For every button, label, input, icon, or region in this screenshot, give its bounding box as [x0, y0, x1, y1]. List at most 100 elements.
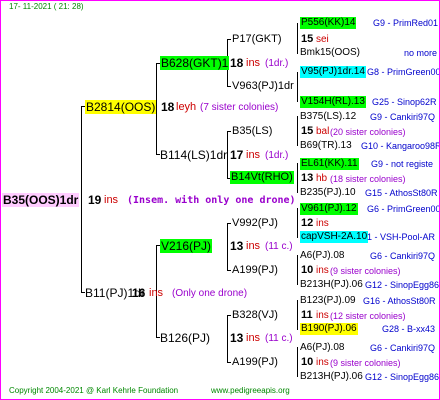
gen2-queen-name[interactable]: B114(LS)1dr [160, 148, 227, 162]
gen2-number: 13 [230, 331, 244, 345]
gen4-info: G9 - not registe [371, 159, 434, 169]
gen4-info: G16 - AthosSt80R [363, 296, 436, 306]
gen4-queen-name[interactable]: V154H(RL).13 [300, 96, 366, 108]
connector [227, 362, 231, 363]
gen4-queen-name[interactable]: V95(PJ)1dr.14 [300, 66, 366, 78]
gen4-queen-name[interactable]: V961(PJ).12 [300, 203, 358, 215]
gen4-queen-name[interactable]: B213H(PJ).06 [300, 371, 363, 383]
gen4-info: no more [404, 48, 438, 58]
gen4-queen-name[interactable]: P556(KK)14 [300, 17, 357, 29]
gen2-insemination: ins [246, 332, 261, 344]
connector [227, 315, 228, 363]
gen1-number: 16 [132, 286, 146, 300]
connector [227, 270, 231, 271]
gen2-note: (11 c.) [265, 333, 293, 344]
gen2-number: 18 [230, 56, 244, 70]
gen3-insemination: sei [316, 34, 329, 45]
gen0-number: 19 [88, 193, 102, 207]
gen4-queen-name[interactable]: B213H(PJ).06 [300, 279, 363, 291]
connector [297, 208, 298, 238]
gen0-queen-name[interactable]: B35(OOS)1dr [2, 193, 80, 207]
gen2-number: 17 [230, 148, 244, 162]
gen3-insemination: ins [316, 357, 329, 368]
gen3-note: (20 sister colonies) [330, 127, 406, 137]
gen3-number: 10 [301, 356, 314, 368]
connector [227, 131, 231, 132]
gen4-queen-name[interactable]: Bmk15(OOS) [300, 47, 360, 59]
gen2-queen-name[interactable]: B628(GKT)1 [160, 56, 230, 70]
gen2-note: (1dr.) [265, 150, 289, 161]
gen1-note: (7 sister colonies) [200, 102, 279, 113]
gen3-insemination: hb [316, 173, 328, 184]
gen3-queen-name[interactable]: B14Vt(RHO) [230, 171, 294, 184]
gen2-insemination: ins [246, 149, 261, 161]
gen4-info: G12 - SinopEgg86R [365, 372, 440, 382]
gen3-note: (9 sister colonies) [330, 358, 401, 368]
gen0-note: (Insem. with only one drone) [127, 195, 296, 206]
gen4-queen-name[interactable]: capVSH-2A.10 [300, 231, 369, 243]
date-header: 17- 11-2021 ( 21: 28) [9, 2, 84, 11]
gen3-queen-name[interactable]: V992(PJ) [232, 217, 278, 230]
connector [227, 39, 231, 40]
gen4-queen-name[interactable]: B190(PJ).06 [300, 323, 358, 335]
gen3-note: (12 sister colonies) [330, 311, 406, 321]
gen3-number: 12 [301, 217, 314, 229]
connector [297, 72, 298, 102]
gen0-insemination: ins [104, 194, 119, 206]
gen4-queen-name[interactable]: B235(PJ).10 [300, 187, 356, 199]
connector [227, 223, 228, 271]
gen3-number: 10 [301, 264, 314, 276]
gen3-insemination: ins [316, 310, 329, 321]
gen4-info: G28 - B-xx43 [382, 324, 436, 334]
gen3-queen-name[interactable]: V963(PJ)1dr [232, 80, 294, 93]
gen2-insemination: ins [246, 240, 261, 252]
gen2-note: (1dr.) [265, 58, 289, 69]
gen3-insemination: ins [316, 218, 329, 229]
gen4-info: G25 - Sinop62R [372, 97, 437, 107]
gen4-info: G8 - PrimGreen00 [367, 67, 440, 77]
gen4-queen-name[interactable]: A6(PJ).08 [300, 342, 344, 354]
gen4-info: G9 - Cankiri97Q [370, 112, 436, 122]
gen3-note: (18 sister colonies) [330, 174, 406, 184]
gen2-queen-name[interactable]: B126(PJ) [160, 331, 210, 345]
gen3-queen-name[interactable]: A199(PJ) [232, 264, 278, 277]
gen4-queen-name[interactable]: B69(TR).13 [300, 140, 352, 152]
connector [227, 315, 231, 316]
gen4-queen-name[interactable]: EL61(KK).11 [300, 158, 359, 170]
connector [297, 163, 298, 193]
gen3-insemination: bal [316, 126, 330, 137]
gen3-number: 13 [301, 172, 314, 184]
pedigree-page: 17- 11-2021 ( 21: 28) B35(OOS)1dr 19 ins… [0, 0, 440, 400]
connector [297, 347, 298, 377]
connector [297, 255, 298, 285]
connector [227, 86, 231, 87]
gen4-queen-name[interactable]: B123(PJ).09 [300, 295, 356, 307]
gen3-queen-name[interactable]: P17(GKT) [232, 33, 282, 46]
gen3-queen-name[interactable]: A199(PJ) [232, 356, 278, 369]
gen2-number: 13 [230, 239, 244, 253]
gen3-insemination: ins [316, 265, 329, 276]
gen4-queen-name[interactable]: B375(LS).12 [300, 111, 356, 123]
gen1-insemination: ins [149, 287, 164, 299]
gen4-info: G6 - Cankiri97Q [370, 343, 436, 353]
gen3-queen-name[interactable]: B35(LS) [232, 125, 272, 138]
gen3-number: 11 [301, 309, 313, 321]
gen2-insemination: ins [246, 57, 261, 69]
gen1-queen-name[interactable]: B2814(OOS) [85, 100, 157, 114]
copyright-footer: Copyright 2004-2021 @ Karl Kehrle Founda… [9, 386, 179, 395]
connector [297, 23, 298, 54]
gen4-info: G15 - AthosSt80R [365, 188, 438, 198]
gen3-queen-name[interactable]: B328(VJ) [232, 309, 278, 322]
gen3-number: 15 [301, 125, 314, 137]
gen2-queen-name[interactable]: V216(PJ) [160, 239, 213, 253]
gen4-info: G6 - PrimGreen00 [367, 204, 440, 214]
connector [81, 106, 82, 293]
site-link[interactable]: www.pedigreeapis.org [211, 386, 290, 396]
gen4-info: G9 - PrimRed01 [373, 18, 439, 28]
gen4-info: G10 - Kangaroo98R [361, 141, 440, 151]
gen3-number: 15 [301, 33, 314, 45]
gen4-info: G12 - SinopEgg86R [365, 280, 440, 290]
gen1-number: 18 [161, 100, 175, 114]
gen4-queen-name[interactable]: A6(PJ).08 [300, 250, 344, 262]
connector [297, 300, 298, 330]
